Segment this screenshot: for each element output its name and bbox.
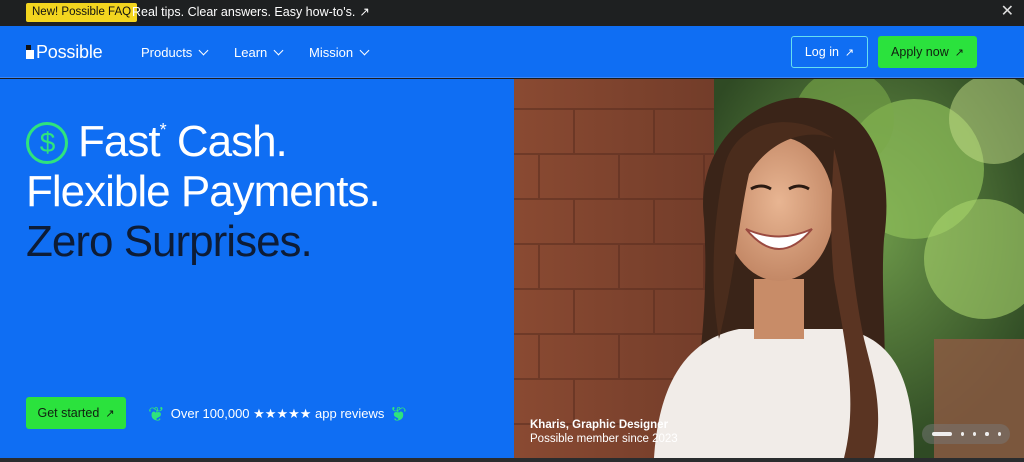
page-bottom-edge [0,458,1024,462]
nav-item-label: Mission [309,45,354,60]
announcement-link[interactable]: Real tips. Clear answers. Easy how-to's.… [132,4,370,20]
announcement-bar: New! Possible FAQ Real tips. Clear answe… [0,0,1024,26]
announcement-text: Real tips. Clear answers. Easy how-to's. [132,5,356,19]
get-started-label: Get started [37,406,100,420]
top-nav: Possible Products Learn Mission Log in ↗ … [0,26,1024,78]
hero-headline: $ Fast* Cash. Flexible Payments. Zero Sur… [26,105,381,267]
photo-caption: Kharis, Graphic Designer Possible member… [530,418,678,446]
possible-logo[interactable]: Possible [26,41,103,62]
external-arrow-icon: ↗ [105,407,115,420]
headline-word-fast: Fast [78,117,161,166]
close-icon[interactable]: ✕ [1001,2,1014,22]
nav-item-label: Products [141,45,193,60]
hero-section: $ Fast* Cash. Flexible Payments. Zero Sur… [0,79,514,462]
chevron-down-icon [273,45,284,56]
headline-line-3: Zero Surprises. [26,217,313,266]
login-label: Log in [804,45,839,59]
laurel-left-icon: ❦ [148,403,165,426]
external-arrow-icon: ↗ [359,5,370,19]
login-button[interactable]: Log in ↗ [791,36,868,68]
carousel-dot[interactable] [985,432,989,436]
carousel-indicator[interactable] [922,424,1010,444]
get-started-button[interactable]: Get started ↗ [26,397,126,429]
headline-line-1: $ Fast* Cash. [26,105,380,167]
carousel-dot[interactable] [997,432,1001,436]
carousel-active-indicator[interactable] [932,432,952,436]
logo-text: Possible [36,41,103,62]
external-arrow-icon: ↗ [954,46,964,59]
external-arrow-icon: ↗ [844,46,855,59]
dollar-circle-icon: $ [26,122,68,164]
hero-photo: Kharis, Graphic Designer Possible member… [514,79,1024,458]
nav-item-products[interactable]: Products [141,45,209,60]
carousel-dot[interactable] [973,432,977,436]
reviews-text: Over 100,000 ★★★★★ app reviews [170,406,385,421]
caption-name: Kharis, Graphic Designer [530,419,669,431]
laurel-right-icon: ❦ [390,403,408,426]
headline-line-2: Flexible Payments. [26,167,381,216]
logo-mark-icon [26,45,35,59]
nav-item-mission[interactable]: Mission [309,45,370,60]
headline-word-cash: Cash. [165,117,288,166]
nav-item-learn[interactable]: Learn [234,45,284,60]
carousel-dot[interactable] [960,432,965,436]
caption-subtitle: Possible member since 2023 [530,433,678,445]
apply-now-button[interactable]: Apply now ↗ [878,36,977,68]
apply-label: Apply now [891,45,949,59]
chevron-down-icon [198,45,209,56]
woman-smiling-photo [514,79,1024,458]
nav-item-label: Learn [234,45,268,60]
chevron-down-icon [359,45,370,56]
app-reviews-badge: ❦ Over 100,000 ★★★★★ app reviews ❦ [142,399,413,429]
faq-badge[interactable]: New! Possible FAQ [26,3,138,22]
